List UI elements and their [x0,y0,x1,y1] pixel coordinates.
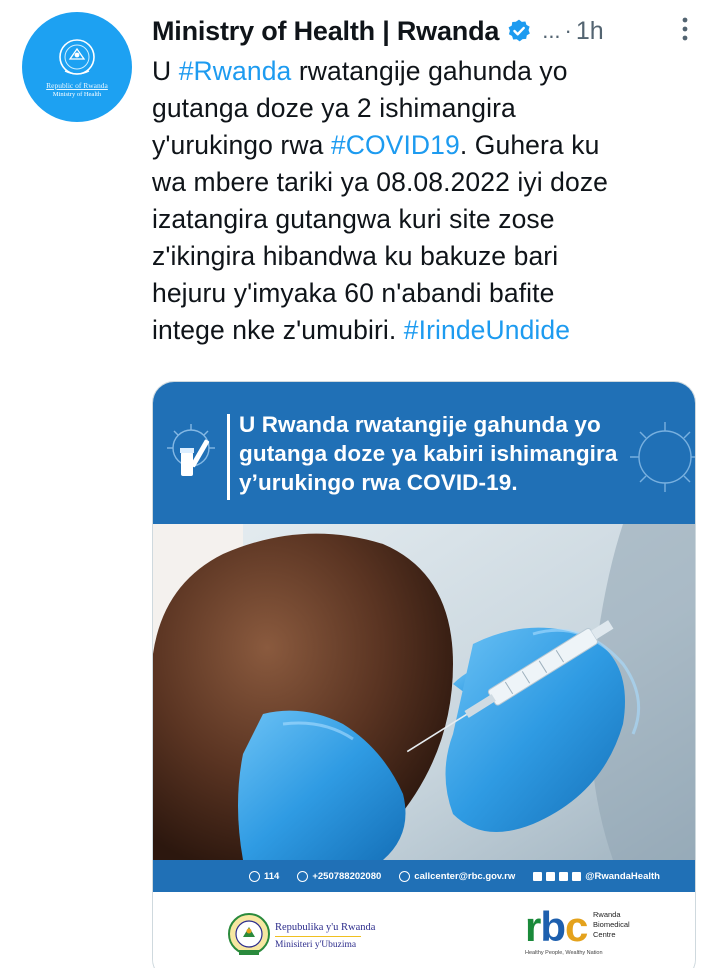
tweet-line: gutanga doze ya 2 ishimangira [152,93,516,123]
tweet-timestamp[interactable]: 1h [576,17,604,46]
rbc-tagline: Healthy People, Wealthy Nation [525,950,603,956]
contact-bar: 114 +250788202080 callcenter@rbc.gov.rw … [153,860,695,892]
verified-badge-icon [508,19,531,42]
virus-decoration-icon [630,422,695,492]
rbc-logo: rbc [525,903,588,950]
tweet-line: z'ikingira hibandwa ku bakuze bari [152,241,559,271]
avatar-caption-country: Republic of Rwanda [46,80,108,90]
tweet-line: hejuru y'imyaka 60 n'abandi bafite [152,278,555,308]
instagram-icon [559,871,569,881]
vaccination-photo [153,524,695,860]
tweet-media-image[interactable]: U Rwanda rwatangije gahunda yo gutanga d… [152,381,696,968]
email-icon [399,870,411,882]
tweet-line: y'urukingo rwa #COVID19. Guhera ku [152,130,600,160]
ministry-name: Minisiteri y'Ubuzima [275,940,357,950]
social-item: @RwandaHealth [533,871,660,882]
author-handle-truncated[interactable]: ... [542,18,560,44]
hashtag-link[interactable]: #COVID19 [331,130,460,160]
avatar-caption-ministry: Ministry of Health [52,90,102,98]
phone-icon [249,870,260,882]
vaccine-vial-icon [167,424,215,476]
youtube-icon [572,871,582,881]
twitter-icon [533,871,543,881]
gov-name: Repubulika y'u Rwanda [275,922,376,933]
tweet-line: wa mbere tariki ya 08.08.2022 iyi doze [152,167,609,197]
tweet-line: intege nke z'umubiri. #IrindeUndide [152,315,571,345]
whatsapp-icon [297,870,309,882]
tweet-text: U #Rwanda rwatangije gahunda yo gutanga … [152,53,712,349]
poster-headline: U Rwanda rwatangije gahunda yo gutanga d… [239,412,618,495]
poster-footer: Repubulika y'u Rwanda Minisiteri y'Ubuzi… [153,892,695,968]
rwanda-emblem-icon [59,38,95,75]
rwanda-seal-icon [228,913,270,955]
tweet-header: Ministry of Health | Rwanda ... · 1h [152,14,708,48]
facebook-icon [546,871,556,881]
tweet-line: U #Rwanda rwatangije gahunda yo [152,56,568,86]
poster-banner: U Rwanda rwatangije gahunda yo gutanga d… [153,382,695,524]
author-display-name[interactable]: Ministry of Health | Rwanda [152,16,499,47]
hashtag-link[interactable]: #IrindeUndide [404,315,570,345]
email-item: callcenter@rbc.gov.rw [399,870,515,882]
profile-avatar[interactable]: Republic of Rwanda Ministry of Health [22,12,132,122]
rbc-name: Rwanda Biomedical Centre [593,910,630,939]
banner-divider [227,414,230,500]
more-options-icon[interactable] [670,12,700,46]
gov-divider [275,936,361,937]
phone-item: +250788202080 [297,870,381,882]
time-separator: · [564,18,572,43]
hotline-item: 114 [249,870,279,882]
hashtag-link[interactable]: #Rwanda [179,56,292,86]
tweet-line: izatangira gutangwa kuri site zose [152,204,555,234]
